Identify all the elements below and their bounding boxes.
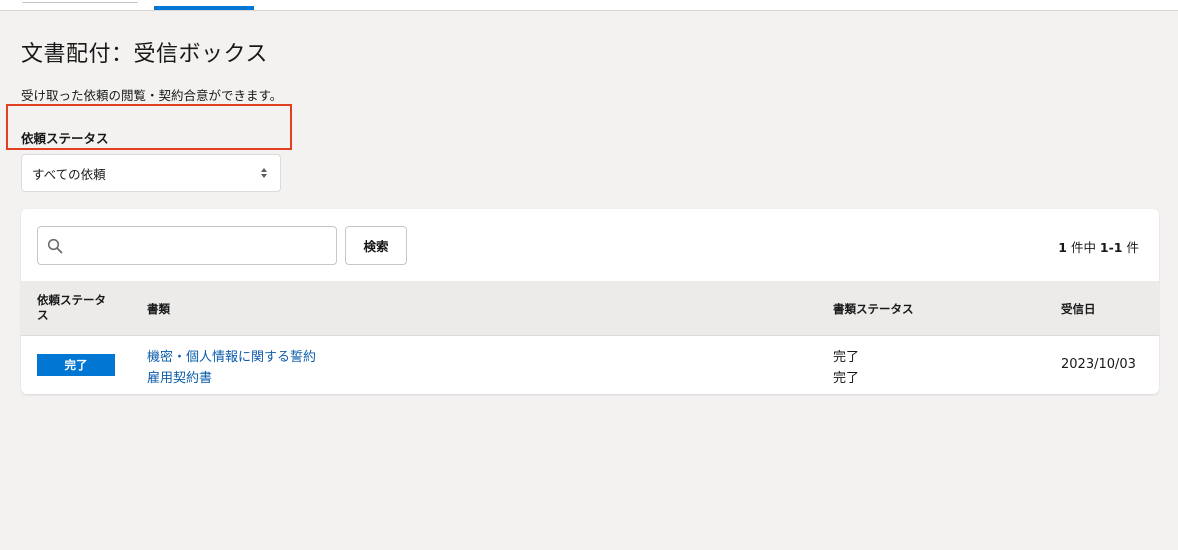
search-icon <box>47 238 63 254</box>
result-count-mid: 件中 <box>1066 240 1100 255</box>
column-header-received-date[interactable]: 受信日 <box>1061 301 1096 317</box>
request-status-filter-label: 依頼ステータス <box>21 131 109 146</box>
page-title: 文書配付：受信ボックス <box>21 42 268 67</box>
result-count-total: 1 <box>1058 240 1067 255</box>
result-count: 1 件中 1-1 件 <box>1058 237 1139 256</box>
sort-arrows-icon <box>261 168 267 178</box>
column-header-document-status[interactable]: 書類ステータス <box>833 301 914 317</box>
nav-tab-inactive[interactable] <box>22 0 138 3</box>
table-row: 完了 機密・個人情報に関する誓約 雇用契約書 完了 完了 2023/10/03 <box>21 336 1159 394</box>
request-status-select-value: すべての依頼 <box>32 166 106 182</box>
document-link[interactable]: 雇用契約書 <box>147 367 212 386</box>
result-count-range: 1-1 <box>1099 240 1123 255</box>
top-navigation-bar <box>0 0 1178 11</box>
column-header-request-status[interactable]: 依頼ステータス <box>37 293 113 323</box>
search-input[interactable] <box>70 233 334 260</box>
document-status: 完了 <box>833 371 860 386</box>
page-description: 受け取った依頼の閲覧・契約合意ができます。 <box>21 88 283 103</box>
search-button[interactable]: 検索 <box>345 226 407 265</box>
document-link[interactable]: 機密・個人情報に関する誓約 <box>147 346 316 365</box>
result-count-suffix: 件 <box>1122 240 1139 255</box>
search-field[interactable] <box>37 226 337 265</box>
column-header-document[interactable]: 書類 <box>147 301 170 317</box>
received-date: 2023/10/03 <box>1061 357 1136 372</box>
document-status: 完了 <box>833 350 860 365</box>
nav-tab-active-indicator[interactable] <box>154 6 254 10</box>
results-card: 検索 1 件中 1-1 件 依頼ステータス 書類 書類ステータス 受信日 完了 … <box>21 209 1159 394</box>
table-header: 依頼ステータス 書類 書類ステータス 受信日 <box>21 281 1159 336</box>
request-status-select[interactable]: すべての依頼 <box>21 154 281 192</box>
status-badge: 完了 <box>37 354 115 376</box>
